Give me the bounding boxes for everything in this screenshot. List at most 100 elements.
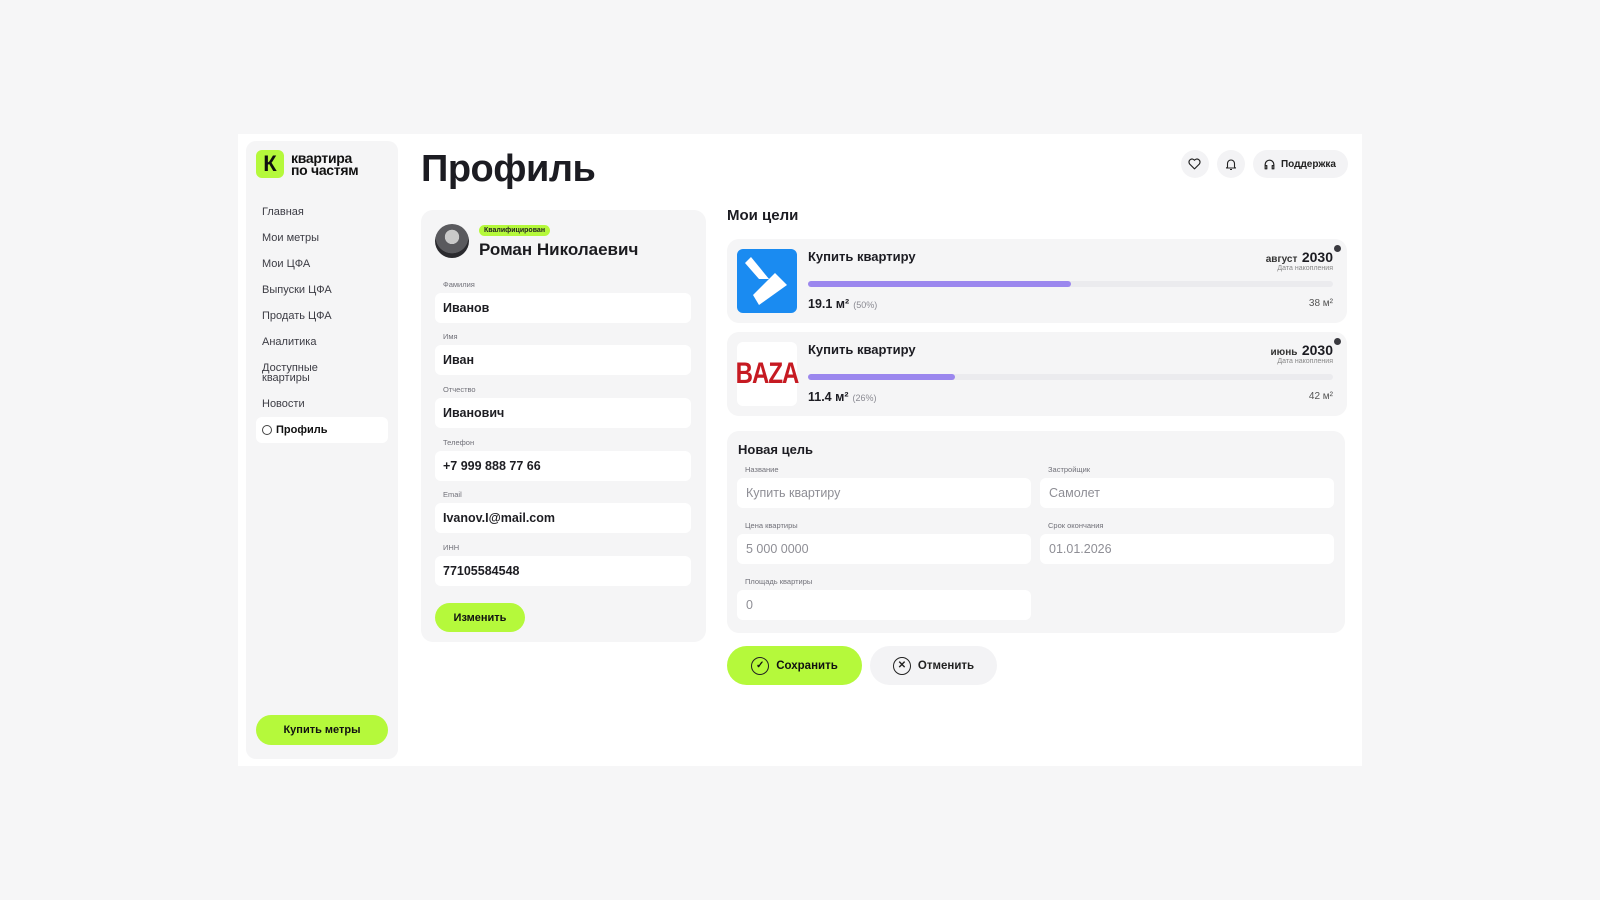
goal-amount: 19.1 м² (50%) [808, 297, 877, 311]
field-label: Телефон [443, 438, 475, 447]
patronymic-value: Иванович [435, 398, 691, 428]
save-label: Сохранить [776, 659, 838, 672]
phone-value: +7 999 888 77 66 [435, 451, 691, 481]
goal-progress-fill [808, 374, 955, 380]
sidebar-item-label: Продать ЦФА [262, 310, 332, 322]
goal-progress-bar [808, 281, 1333, 287]
edit-button[interactable]: Изменить [435, 603, 525, 632]
sidebar-item-news[interactable]: Новости [256, 391, 388, 417]
logo[interactable]: К квартира по частям [256, 150, 359, 178]
field-label: Фамилия [443, 280, 475, 289]
sidebar-item-label: Аналитика [262, 336, 317, 348]
profile-card: Квалифицирован Роман Николаевич Фамилия … [421, 210, 706, 642]
cancel-label: Отменить [917, 659, 975, 672]
first-name-value: Иван [435, 345, 691, 375]
sidebar-item-my-meters[interactable]: Мои метры [256, 225, 388, 251]
app-window: К квартира по частям Главная Мои метры М… [238, 134, 1362, 766]
new-goal-form: Новая цель Название Застройщик Цена квар… [727, 431, 1345, 633]
first-name-field: Имя Иван [435, 332, 691, 375]
profile-name: Роман Николаевич [479, 240, 639, 259]
sidebar-item-label: Профиль [276, 424, 328, 436]
goal-progress-fill [808, 281, 1071, 287]
price-input[interactable] [737, 534, 1031, 564]
sidebar-item-profile[interactable]: Профиль [256, 417, 388, 443]
goal-title: Купить квартиру [808, 249, 916, 264]
logo-mark: К [256, 150, 284, 178]
developer-input[interactable] [1040, 478, 1334, 508]
sidebar-item-analytics[interactable]: Аналитика [256, 329, 388, 355]
sidebar-item-home[interactable]: Главная [256, 199, 388, 225]
support-button[interactable]: Поддержка [1252, 150, 1348, 178]
cancel-button[interactable]: ✕ Отменить [870, 646, 997, 685]
goal-progress-bar [808, 374, 1333, 380]
goal-total: 38 м² [1308, 298, 1333, 309]
goal-card[interactable]: BAZA Купить квартиру июнь 2030 Дата нако… [727, 332, 1347, 416]
goals-title: Мои цели [727, 207, 799, 224]
phone-field: Телефон +7 999 888 77 66 [435, 438, 691, 481]
goal-amount-value: 19.1 м² [808, 297, 850, 311]
sidebar-item-my-cfa[interactable]: Мои ЦФА [256, 251, 388, 277]
goal-date: июнь 2030 Дата накопления [1271, 342, 1333, 365]
goal-name-input[interactable] [737, 478, 1031, 508]
sidebar-item-label: Доступные квартиры [262, 362, 318, 384]
field-label: ИНН [443, 543, 460, 552]
page-title: Профиль [421, 148, 596, 190]
field-label: Срок окончания [1048, 521, 1104, 530]
email-value: Ivanov.I@mail.com [435, 503, 691, 533]
surname-field: Фамилия Иванов [435, 280, 691, 323]
headset-icon [1264, 159, 1275, 169]
sidebar-item-label: Мои ЦФА [262, 258, 311, 270]
field-label: Название [745, 465, 779, 474]
goal-date-month: август [1265, 254, 1298, 265]
goal-amount: 11.4 м² (26%) [808, 390, 877, 404]
goal-name-field: Название [737, 465, 1031, 508]
field-label: Цена квартиры [745, 521, 798, 530]
area-field: Площадь квартиры [737, 577, 1031, 620]
field-label: Площадь квартиры [745, 577, 813, 586]
info-icon[interactable] [1334, 338, 1341, 345]
sidebar-nav: Главная Мои метры Мои ЦФА Выпуски ЦФА Пр… [256, 199, 388, 443]
goal-date-year: 2030 [1301, 249, 1333, 265]
sidebar: К квартира по частям Главная Мои метры М… [246, 141, 398, 759]
baza-logo: BAZA [735, 342, 800, 406]
sidebar-item-sell-cfa[interactable]: Продать ЦФА [256, 303, 388, 329]
sidebar-item-available-apartments[interactable]: Доступные квартиры [256, 355, 388, 391]
notifications-button[interactable] [1216, 150, 1245, 178]
top-actions: Поддержка [1180, 150, 1348, 178]
samolet-logo-icon [745, 257, 787, 305]
area-input[interactable] [737, 590, 1031, 620]
patronymic-field: Отчество Иванович [435, 385, 691, 428]
goal-card[interactable]: Купить квартиру август 2030 Дата накопле… [727, 239, 1347, 323]
goal-amount-value: 11.4 м² [808, 390, 849, 404]
bell-icon [1225, 158, 1236, 170]
user-circle-icon [262, 425, 272, 435]
save-button[interactable]: ✓ Сохранить [727, 646, 862, 685]
support-label: Поддержка [1280, 158, 1336, 170]
baza-logo-text: BAZA [735, 356, 800, 391]
developer-field: Застройщик [1040, 465, 1334, 508]
sidebar-item-label: Главная [262, 206, 304, 218]
logo-text: квартира по частям [291, 151, 359, 177]
favorites-button[interactable] [1180, 150, 1209, 178]
sidebar-item-cfa-issues[interactable]: Выпуски ЦФА [256, 277, 388, 303]
buy-meters-button[interactable]: Купить метры [256, 715, 388, 745]
sidebar-item-label: Выпуски ЦФА [262, 284, 332, 296]
price-field: Цена квартиры [737, 521, 1031, 564]
goal-date-month: июнь [1270, 347, 1298, 358]
field-label: Отчество [443, 385, 476, 394]
deadline-input[interactable] [1040, 534, 1334, 564]
deadline-field: Срок окончания [1040, 521, 1334, 564]
new-goal-title: Новая цель [738, 442, 814, 457]
goal-date-caption: Дата накопления [1277, 358, 1333, 365]
sidebar-item-label: Мои метры [262, 232, 319, 244]
field-label: Email [443, 490, 462, 499]
info-icon[interactable] [1334, 245, 1341, 252]
qualified-badge: Квалифицирован [479, 225, 551, 236]
inn-field: ИНН 77105584548 [435, 543, 691, 586]
goal-date: август 2030 Дата накопления [1266, 249, 1333, 272]
close-circle-icon: ✕ [892, 656, 911, 675]
goal-percent: (50%) [853, 300, 878, 310]
surname-value: Иванов [435, 293, 691, 323]
field-label: Застройщик [1048, 465, 1091, 474]
samolet-logo [737, 249, 797, 313]
